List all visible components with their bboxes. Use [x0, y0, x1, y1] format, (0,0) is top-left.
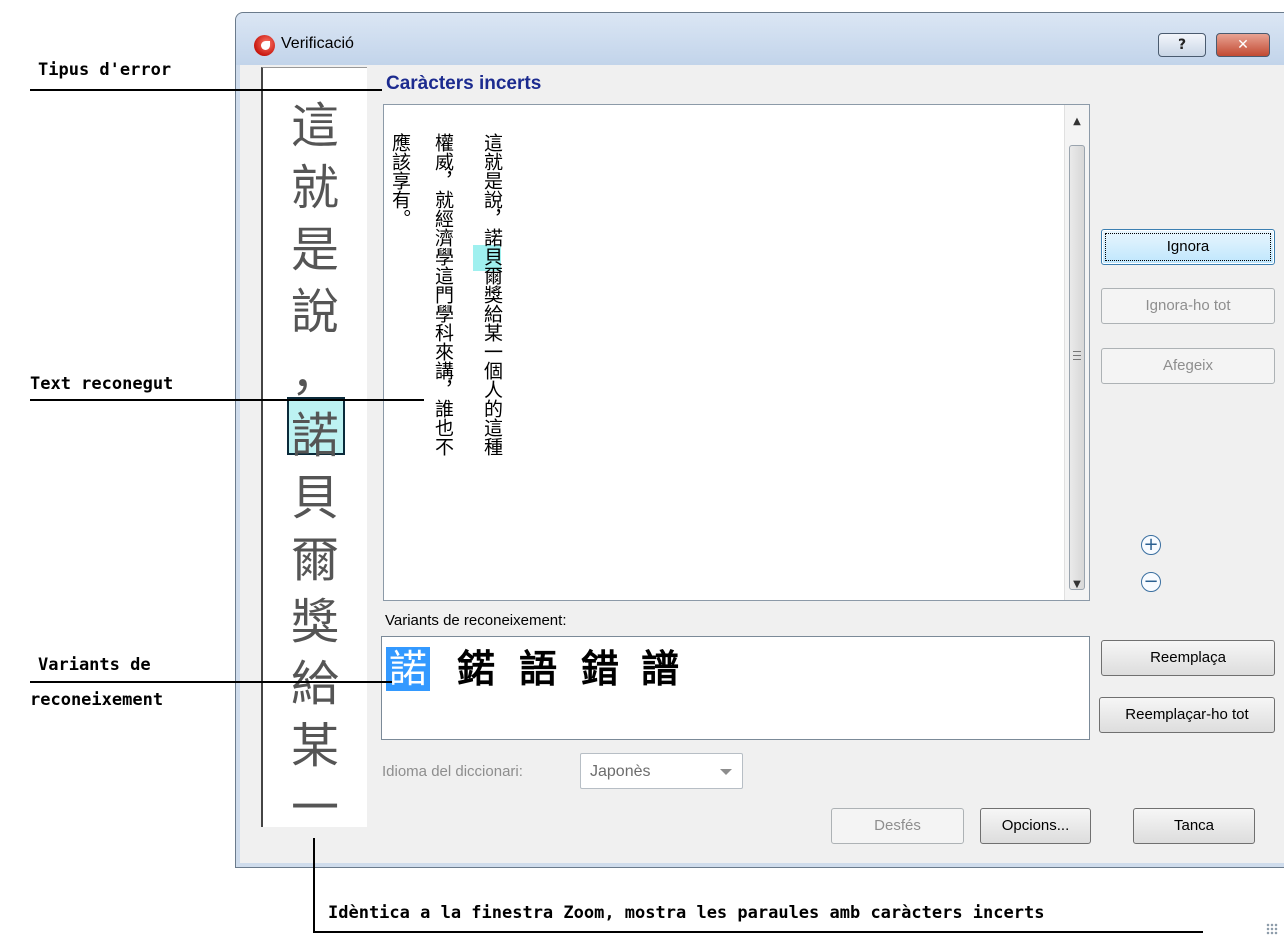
chevron-down-icon [720, 769, 732, 775]
options-button[interactable]: Opcions... [980, 808, 1091, 844]
zoom-character: 給 [290, 656, 339, 712]
leader-line [30, 89, 382, 91]
ignore-button[interactable]: Ignora [1101, 229, 1275, 265]
zoom-character: ， [290, 346, 339, 402]
title-bar: Verificació ? ✕ [236, 13, 1284, 65]
add-button[interactable]: Afegeix [1101, 348, 1275, 384]
zoom-character: 某 [290, 718, 339, 774]
zoom-character: 貝 [290, 470, 339, 526]
zoom-character: 爾 [290, 532, 339, 588]
variants-label: Variants de reconeixement: [385, 612, 567, 629]
zoom-character: 是 [290, 222, 339, 278]
annotation-variants-line1: Variants de [38, 655, 151, 675]
variant-item[interactable]: 鍩 [457, 647, 495, 691]
annotation-variants-line2: reconeixement [30, 690, 164, 710]
zoom-character: 一 [290, 780, 339, 836]
text-column-3: 應該享有。 [389, 133, 411, 228]
variant-item[interactable]: 錯 [581, 647, 619, 691]
variant-item[interactable]: 譜 [641, 647, 679, 691]
dictionary-language-label: Idioma del diccionari: [382, 763, 523, 780]
text-scrollbar[interactable]: ▲ ▼ [1064, 105, 1089, 600]
variant-item[interactable]: 語 [519, 647, 557, 691]
window-title: Verificació [281, 35, 354, 52]
annotation-recognized-text: Text reconegut [30, 374, 174, 394]
zoom-character: 諾 [290, 408, 339, 464]
app-logo-icon [254, 35, 275, 56]
replace-all-button[interactable]: Reemplaçar-ho tot [1099, 697, 1275, 733]
scroll-grip-icon [1073, 351, 1081, 360]
leader-line [313, 838, 315, 933]
dictionary-language-select[interactable]: Japonès [580, 753, 743, 789]
dictionary-language-value: Japonès [590, 763, 651, 780]
zoom-character: 這 [290, 98, 339, 154]
variant-item[interactable]: 諾 [386, 647, 431, 691]
zoom-character: 獎 [290, 594, 339, 650]
zoom-character: 說 [290, 284, 339, 340]
resize-grip-icon[interactable] [1266, 923, 1278, 935]
leader-line [30, 399, 424, 401]
leader-line [313, 931, 1203, 933]
variants-list[interactable]: 諾 鍩 語 錯 譜 [381, 636, 1090, 740]
annotation-error-type: Tipus d'error [38, 60, 172, 80]
text-column-1: 這就是說，諾貝爾獎給某一個人的這種 [481, 133, 503, 456]
undo-button[interactable]: Desfés [831, 808, 964, 844]
close-window-button[interactable]: ✕ [1216, 33, 1270, 57]
recognized-text-panel[interactable]: 這就是說，諾貝爾獎給某一個人的這種 權威，就經濟學這門學科來講，誰也不 應該享有… [383, 104, 1090, 601]
scroll-up-arrow-icon[interactable]: ▲ [1065, 111, 1089, 133]
zoom-strip: 這就是說 ， 諾貝爾獎給某一 [261, 67, 367, 836]
ignore-all-button[interactable]: Ignora-ho tot [1101, 288, 1275, 324]
help-button[interactable]: ? [1158, 33, 1206, 57]
zoom-in-icon[interactable]: + [1141, 535, 1161, 555]
replace-button[interactable]: Reemplaça [1101, 640, 1275, 676]
text-column-2: 權威，就經濟學這門學科來講，誰也不 [432, 133, 454, 456]
leader-line [30, 681, 392, 683]
zoom-out-icon[interactable]: − [1141, 572, 1161, 592]
zoom-character: 就 [290, 160, 339, 216]
close-button[interactable]: Tanca [1133, 808, 1255, 844]
error-type-title: Caràcters incerts [386, 73, 542, 94]
scroll-thumb[interactable] [1069, 145, 1085, 590]
scroll-down-arrow-icon[interactable]: ▼ [1065, 574, 1089, 596]
annotation-zoom-note: Idèntica a la finestra Zoom, mostra les … [328, 903, 1045, 923]
